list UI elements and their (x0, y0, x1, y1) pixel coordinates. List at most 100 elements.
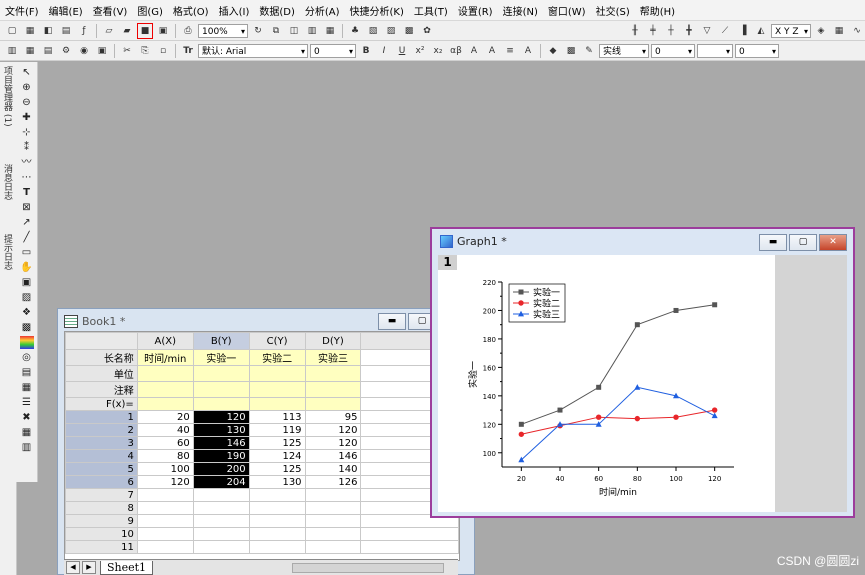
project-explorer-icon[interactable]: ♣ (347, 23, 363, 39)
meta-cell[interactable] (304, 381, 362, 398)
data-cell[interactable]: 204 (192, 475, 250, 489)
data-cell[interactable]: 20 (136, 410, 194, 424)
next-sheet-icon[interactable]: ▶ (82, 561, 96, 574)
object-icon[interactable]: ❖ (20, 306, 34, 319)
save-template-icon[interactable]: ▣ (155, 23, 171, 39)
data-cell[interactable] (136, 540, 194, 554)
chart-icon-3[interactable]: ┼ (663, 23, 679, 39)
code-builder-icon[interactable]: ◫ (286, 23, 302, 39)
menu-item[interactable]: 设置(R) (453, 3, 498, 18)
row-header[interactable]: 11 (65, 540, 138, 554)
meta-cell[interactable] (136, 381, 194, 398)
new-matrix-icon[interactable]: ▤ (58, 23, 74, 39)
table-icon[interactable]: ▤ (20, 366, 34, 379)
data-cell[interactable] (192, 488, 250, 502)
color-icon[interactable]: ◎ (20, 351, 34, 364)
row-header[interactable]: 2 (65, 423, 138, 437)
meta-cell[interactable] (136, 365, 194, 382)
data-cell[interactable]: 120 (136, 475, 194, 489)
row-header[interactable]: 8 (65, 501, 138, 515)
duplicate-icon[interactable]: ⧉ (268, 23, 284, 39)
row-header[interactable]: 6 (65, 475, 138, 489)
region-icon[interactable]: ⋯ (20, 171, 34, 184)
area-chart-icon[interactable]: ◭ (753, 23, 769, 39)
column-header[interactable]: C(Y) (248, 332, 306, 350)
data-cell[interactable]: 80 (136, 449, 194, 463)
menu-item[interactable]: 插入(I) (214, 3, 255, 18)
results-log-icon[interactable]: ▥ (304, 23, 320, 39)
new-function-icon[interactable]: ƒ (76, 23, 92, 39)
data-cell[interactable]: 125 (248, 436, 306, 450)
data-cell[interactable] (304, 540, 362, 554)
arrow-tool-icon[interactable]: ↗ (20, 216, 34, 229)
menu-item[interactable]: 分析(A) (300, 3, 345, 18)
3d-icon[interactable]: ◈ (813, 23, 829, 39)
embed-icon[interactable]: ▩ (20, 321, 34, 334)
layout-icon[interactable]: ▨ (383, 23, 399, 39)
line-style-combo[interactable]: 实线 (599, 43, 649, 59)
paste-icon[interactable]: ▫ (155, 43, 171, 59)
data-cell[interactable] (192, 514, 250, 528)
graph-icon[interactable]: ▧ (365, 23, 381, 39)
align-icon[interactable]: ≡ (502, 43, 518, 59)
open-icon[interactable]: ▱ (101, 23, 117, 39)
copy-icon[interactable]: ⎘ (137, 43, 153, 59)
prev-sheet-icon[interactable]: ◀ (66, 561, 80, 574)
data-cell[interactable] (136, 527, 194, 541)
list-icon[interactable]: ☰ (20, 396, 34, 409)
grid-icon[interactable]: ▦ (20, 426, 34, 439)
row-header[interactable]: 5 (65, 462, 138, 476)
symbol-size-combo[interactable]: 0 (735, 43, 779, 59)
font-icon[interactable]: Tr (180, 43, 196, 59)
new-project-icon[interactable]: ▢ (4, 23, 20, 39)
meta-cell[interactable] (248, 381, 306, 398)
delete-icon[interactable]: ✖ (20, 411, 34, 424)
line-tool-icon[interactable]: ╱ (20, 231, 34, 244)
column-header[interactable]: B(Y) (192, 332, 250, 350)
graph-window[interactable]: Graph1 * ▬ ▢ ✕ 1 20 40 60 80 100 120 100 120 140… (430, 227, 855, 518)
font-size-combo[interactable]: 0 (310, 43, 356, 59)
merge-icon[interactable]: ▥ (20, 441, 34, 454)
data-cell[interactable] (192, 527, 250, 541)
data-cell[interactable] (136, 514, 194, 528)
filter-icon[interactable]: ▽ (699, 23, 715, 39)
project-explorer-tab[interactable]: 项目管理器 (1) (2, 66, 14, 127)
graph-close-button[interactable]: ✕ (819, 234, 847, 251)
data-cell[interactable]: 95 (304, 410, 362, 424)
data-cell[interactable] (192, 540, 250, 554)
curve-icon[interactable]: ∿ (849, 23, 865, 39)
message-log-tab[interactable]: 消息日志 (2, 164, 14, 200)
data-cell[interactable] (248, 501, 306, 515)
menu-item[interactable]: 格式(O) (168, 3, 214, 18)
font-color-icon[interactable]: A (520, 43, 536, 59)
screen-reader-icon[interactable]: ⊹ (20, 126, 34, 139)
meta-cell[interactable] (192, 397, 250, 411)
pointer-icon[interactable]: ↖ (20, 66, 34, 79)
data-cell[interactable]: 40 (136, 423, 194, 437)
line-width-combo[interactable]: 0 (651, 43, 695, 59)
pattern-icon[interactable]: ▩ (563, 43, 579, 59)
cell-format-icon[interactable]: ▥ (4, 43, 20, 59)
data-reader-icon[interactable]: ✚ (20, 111, 34, 124)
text-tool-icon[interactable]: T (20, 186, 34, 199)
data-cell[interactable]: 146 (192, 436, 250, 450)
meta-cell[interactable] (248, 397, 306, 411)
column-chart-icon[interactable]: ▐ (735, 23, 751, 39)
meta-cell[interactable] (136, 397, 194, 411)
workbook-window[interactable]: Book1 * ▬ ▢ A(X) B(Y) C(Y) D(Y) 长名称 时间/min 实验一… (57, 308, 475, 575)
new-graph-icon[interactable]: ◧ (40, 23, 56, 39)
menu-item[interactable]: 查看(V) (88, 3, 133, 18)
horizontal-scrollbar[interactable] (292, 562, 444, 573)
menu-item[interactable]: 社交(S) (591, 3, 635, 18)
data-cell[interactable] (304, 501, 362, 515)
sheet-tab[interactable]: Sheet1 (100, 560, 154, 575)
empty-cell[interactable] (360, 527, 459, 541)
line-chart-icon[interactable]: ⟋ (717, 23, 733, 39)
column-icon[interactable]: ▦ (22, 43, 38, 59)
insert-image-icon[interactable]: ▨ (20, 291, 34, 304)
italic-icon[interactable]: I (376, 43, 392, 59)
save-project-icon[interactable]: ■ (137, 22, 153, 39)
row-header[interactable]: 7 (65, 488, 138, 502)
line-color-icon[interactable]: ✎ (581, 43, 597, 59)
menu-item[interactable]: 连接(N) (498, 3, 543, 18)
